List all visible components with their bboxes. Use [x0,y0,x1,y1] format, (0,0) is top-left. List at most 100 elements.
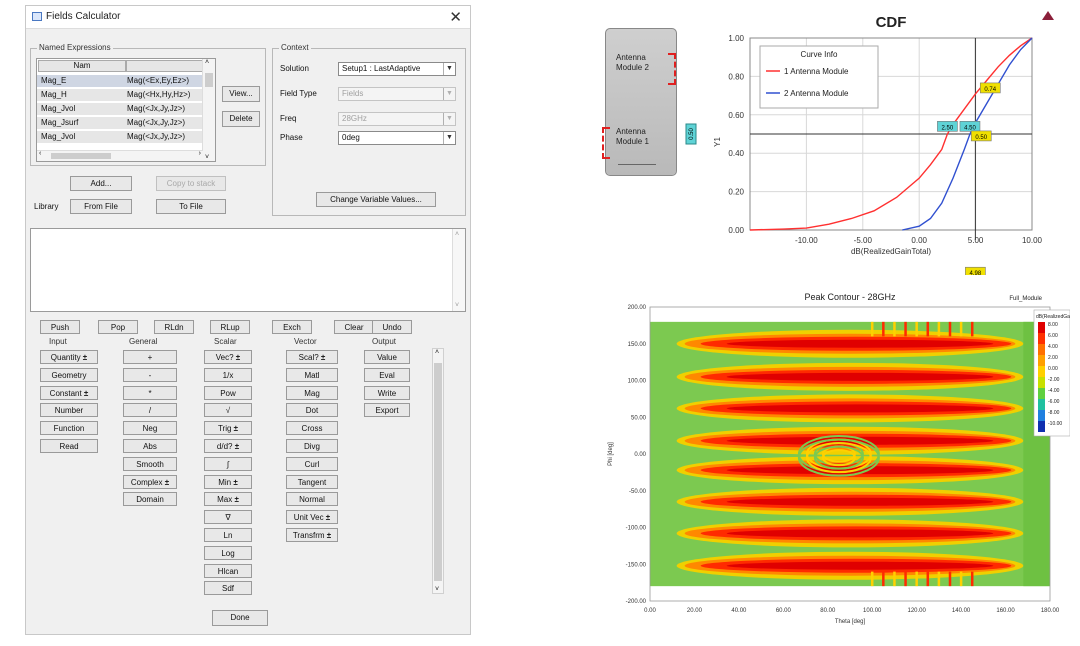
done-button[interactable]: Done [212,610,268,626]
table-vertical-scrollbar[interactable]: ˄ ˅ [202,59,215,161]
stack-display[interactable]: ˄ ˅ [30,228,466,312]
row-name: Mag_Jvol [41,132,76,141]
scroll-thumb[interactable] [434,363,442,581]
scalar-button-12[interactable]: Hlcan [204,563,252,578]
table-row[interactable]: Mag_Jvol Mag(<Jx,Jy,Jz>) [37,131,203,143]
table-row[interactable]: Mag_E Mag(<Ex,Ey,Ez>) [37,75,203,87]
library-label: Library [34,202,59,211]
general-button-4[interactable]: Neg [123,421,177,436]
input-button-0[interactable]: Quantity [40,350,98,364]
expression-column-header[interactable] [126,60,203,72]
scroll-down-icon[interactable]: ˅ [435,586,439,593]
general-button-5[interactable]: Abs [123,439,177,453]
stack-button-0[interactable]: Push [40,320,80,334]
chevron-down-icon[interactable]: ▼ [443,63,455,75]
named-expressions-table[interactable]: Nam Mag_E Mag(<Ex,Ey,Ez>) Mag_H Mag(<Hx,Hy,… [36,58,216,162]
scroll-up-icon[interactable]: ˄ [435,349,439,356]
general-button-6[interactable]: Smooth [123,456,177,471]
general-button-8[interactable]: Domain [123,492,177,507]
vector-button-5[interactable]: Divg [286,439,338,453]
close-icon[interactable]: ✕ [449,8,462,26]
phase-select[interactable]: 0deg ▼ [338,131,456,145]
table-row[interactable]: Mag_Jvol Mag(<Jx,Jy,Jz>) [37,103,203,115]
input-button-2[interactable]: Constant [40,385,98,400]
change-variable-values-button[interactable]: Change Variable Values... [316,192,436,207]
scalar-button-10[interactable]: Ln [204,528,252,542]
table-horizontal-scrollbar[interactable]: ‹ › [37,150,203,161]
general-button-7[interactable]: Complex [123,474,177,489]
scalar-button-8[interactable]: Max [204,492,252,507]
scroll-up-icon[interactable]: ˄ [205,59,209,66]
colorbar-swatch [1038,410,1045,421]
chevron-down-icon[interactable]: ▼ [443,132,455,144]
output-button-2[interactable]: Write [364,385,410,400]
view-button[interactable]: View... [222,86,260,102]
stack-button-2[interactable]: RLdn [154,320,194,334]
stack-button-4[interactable]: Exch [272,320,312,334]
output-button-1[interactable]: Eval [364,367,410,382]
table-row[interactable]: Mag_H Mag(<Hx,Hy,Hz>) [37,89,203,101]
stack-button-6[interactable]: Undo [372,320,412,334]
legend-title: Curve Info [801,50,838,59]
vector-button-6[interactable]: Curl [286,456,338,471]
vector-button-1[interactable]: Matl [286,367,338,382]
buttons-scrollbar[interactable]: ˄ ˅ [432,348,444,594]
freq-select[interactable]: 28GHz ▼ [338,112,456,126]
copy-to-stack-button[interactable]: Copy to stack [156,176,226,191]
chevron-down-icon[interactable]: ▼ [443,113,455,125]
scalar-button-6[interactable]: ∫ [204,456,252,471]
input-button-3[interactable]: Number [40,403,98,418]
input-button-4[interactable]: Function [40,421,98,436]
to-file-button[interactable]: To File [156,199,226,214]
stack-scrollbar[interactable]: ˄ ˅ [452,229,465,311]
vector-button-2[interactable]: Mag [286,385,338,400]
scalar-button-9[interactable]: ∇ [204,510,252,525]
stack-button-5[interactable]: Clear [334,320,374,334]
chevron-down-icon[interactable]: ▼ [443,88,455,100]
hscroll-thumb[interactable] [51,153,111,159]
add-button[interactable]: Add... [70,176,132,191]
scalar-button-3[interactable]: √ [204,403,252,418]
scalar-button-4[interactable]: Trig [204,421,252,436]
scroll-right-icon[interactable]: › [199,150,201,157]
from-file-button[interactable]: From File [70,199,132,214]
general-button-2[interactable]: * [123,385,177,400]
scroll-down-icon[interactable]: ˅ [455,302,459,309]
name-column-header[interactable]: Nam [38,60,126,72]
field-type-select[interactable]: Fields ▼ [338,87,456,101]
input-button-5[interactable]: Read [40,439,98,453]
title-bar: Fields Calculator ✕ [26,6,470,29]
vector-button-3[interactable]: Dot [286,403,338,418]
output-button-3[interactable]: Export [364,403,410,418]
general-button-1[interactable]: - [123,367,177,382]
scroll-thumb[interactable] [205,73,213,87]
scalar-button-11[interactable]: Log [204,545,252,560]
scalar-button-5[interactable]: d/d? [204,439,252,453]
table-row[interactable]: Mag_Jsurf Mag(<Jx,Jy,Jz>) [37,117,203,129]
scalar-button-13[interactable]: Sdf [204,581,252,596]
vector-button-4[interactable]: Cross [286,421,338,436]
vector-button-9[interactable]: Unit Vec [286,510,338,525]
vector-button-0[interactable]: Scal? [286,350,338,364]
vector-button-10[interactable]: Transfrm [286,528,338,542]
stack-button-3[interactable]: RLup [210,320,250,334]
stack-button-1[interactable]: Pop [98,320,138,334]
scalar-button-2[interactable]: Pow [204,385,252,400]
scalar-button-7[interactable]: Min [204,474,252,489]
general-button-3[interactable]: / [123,403,177,418]
vector-button-8[interactable]: Normal [286,492,338,507]
output-button-0[interactable]: Value [364,350,410,364]
scalar-button-0[interactable]: Vec? [204,350,252,364]
scalar-button-1[interactable]: 1/x [204,367,252,382]
vector-button-7[interactable]: Tangent [286,474,338,489]
colorbar-swatch [1038,355,1045,366]
scroll-left-icon[interactable]: ‹ [39,150,41,157]
delete-button[interactable]: Delete [222,111,260,127]
scroll-up-icon[interactable]: ˄ [455,231,459,238]
scroll-down-icon[interactable]: ˅ [205,154,209,161]
input-button-1[interactable]: Geometry [40,367,98,382]
solution-select[interactable]: Setup1 : LastAdaptive ▼ [338,62,456,76]
solution-label: Solution [280,64,309,73]
contour-x-tick: 40.00 [731,608,747,614]
general-button-0[interactable]: + [123,350,177,364]
